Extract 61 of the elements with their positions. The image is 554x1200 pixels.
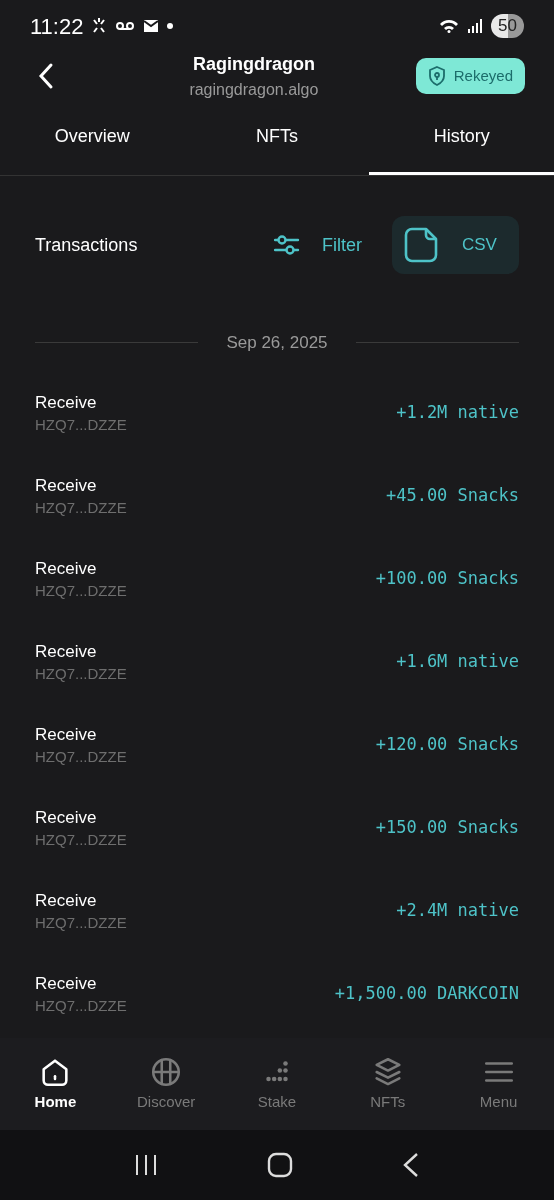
transaction-row[interactable]: Receive HZQ7...DZZE +100.00 Snacks (0, 537, 554, 621)
transaction-type: Receive (35, 558, 98, 580)
transaction-type: Receive (35, 724, 98, 746)
rekeyed-badge: Rekeyed (415, 58, 525, 94)
transaction-amount: +100.00 Snacks (375, 567, 519, 591)
date-separator: Sep 26, 2025 (226, 332, 328, 354)
voicemail-icon (115, 20, 136, 32)
shield-icon (427, 66, 446, 86)
transaction-amount: +1.2M native (396, 401, 519, 425)
pinwheel-icon (91, 17, 108, 35)
transaction-address: HZQ7...DZZE (35, 664, 127, 684)
sliders-icon (274, 234, 300, 256)
transaction-type: Receive (35, 475, 98, 497)
nav-item[interactable]: NFTs (332, 1054, 444, 1114)
nav-item[interactable]: Menu (443, 1054, 554, 1114)
transaction-row[interactable]: Receive HZQ7...DZZE +150.00 Snacks (0, 786, 554, 870)
battery-indicator: 50 (491, 14, 524, 38)
account-domain: ragingdragon.algo (189, 79, 319, 100)
account-name: Ragingdragon (192, 52, 315, 76)
transaction-address: HZQ7...DZZE (35, 415, 127, 435)
transaction-address: HZQ7...DZZE (35, 913, 127, 933)
transaction-type: Receive (35, 973, 98, 995)
status-time: 11:22 (30, 12, 84, 41)
transaction-row[interactable]: Receive HZQ7...DZZE +2.4M native (0, 869, 554, 953)
filter-button[interactable]: Filter (274, 231, 362, 259)
transaction-address: HZQ7...DZZE (35, 830, 127, 850)
back-nav-icon[interactable] (401, 1152, 420, 1178)
recent-apps-icon[interactable] (134, 1153, 159, 1177)
nav-item[interactable]: Home (0, 1054, 111, 1114)
transaction-amount: +120.00 Snacks (375, 733, 519, 757)
tab[interactable]: NFTs (184, 100, 370, 175)
file-icon (404, 227, 438, 263)
transaction-type: Receive (35, 641, 98, 663)
transaction-type: Receive (35, 890, 98, 912)
transaction-amount: +1.6M native (396, 650, 519, 674)
wifi-icon (439, 19, 460, 33)
signal-icon (467, 18, 484, 34)
transaction-row[interactable]: Receive HZQ7...DZZE +1,500.00 DARKCOIN (0, 952, 554, 1036)
transaction-address: HZQ7...DZZE (35, 498, 127, 518)
transaction-row[interactable]: Receive HZQ7...DZZE +1.6M native (0, 620, 554, 704)
transaction-amount: +1,500.00 DARKCOIN (334, 982, 519, 1006)
transaction-address: HZQ7...DZZE (35, 581, 127, 601)
transaction-row[interactable]: Receive HZQ7...DZZE +120.00 Snacks (0, 703, 554, 787)
transaction-address: HZQ7...DZZE (35, 747, 127, 767)
mail-icon (143, 19, 160, 33)
transaction-address: HZQ7...DZZE (35, 996, 127, 1016)
transaction-amount: +45.00 Snacks (385, 484, 519, 508)
tab[interactable]: Overview (0, 100, 185, 175)
csv-button[interactable]: CSV (392, 216, 519, 274)
section-title: Transactions (35, 233, 138, 257)
home-button-icon[interactable] (267, 1152, 293, 1178)
transaction-row[interactable]: Receive HZQ7...DZZE +1.2M native (0, 371, 554, 455)
tab[interactable]: History (369, 100, 554, 175)
transaction-row[interactable]: Receive HZQ7...DZZE +45.00 Snacks (0, 454, 554, 538)
transaction-type: Receive (35, 807, 98, 829)
transaction-amount: +2.4M native (396, 899, 519, 923)
nav-item[interactable]: Discover (110, 1054, 222, 1114)
transaction-amount: +150.00 Snacks (375, 816, 519, 840)
nav-item[interactable]: Stake (221, 1054, 333, 1114)
dot-icon (167, 23, 174, 29)
transaction-type: Receive (35, 392, 98, 414)
